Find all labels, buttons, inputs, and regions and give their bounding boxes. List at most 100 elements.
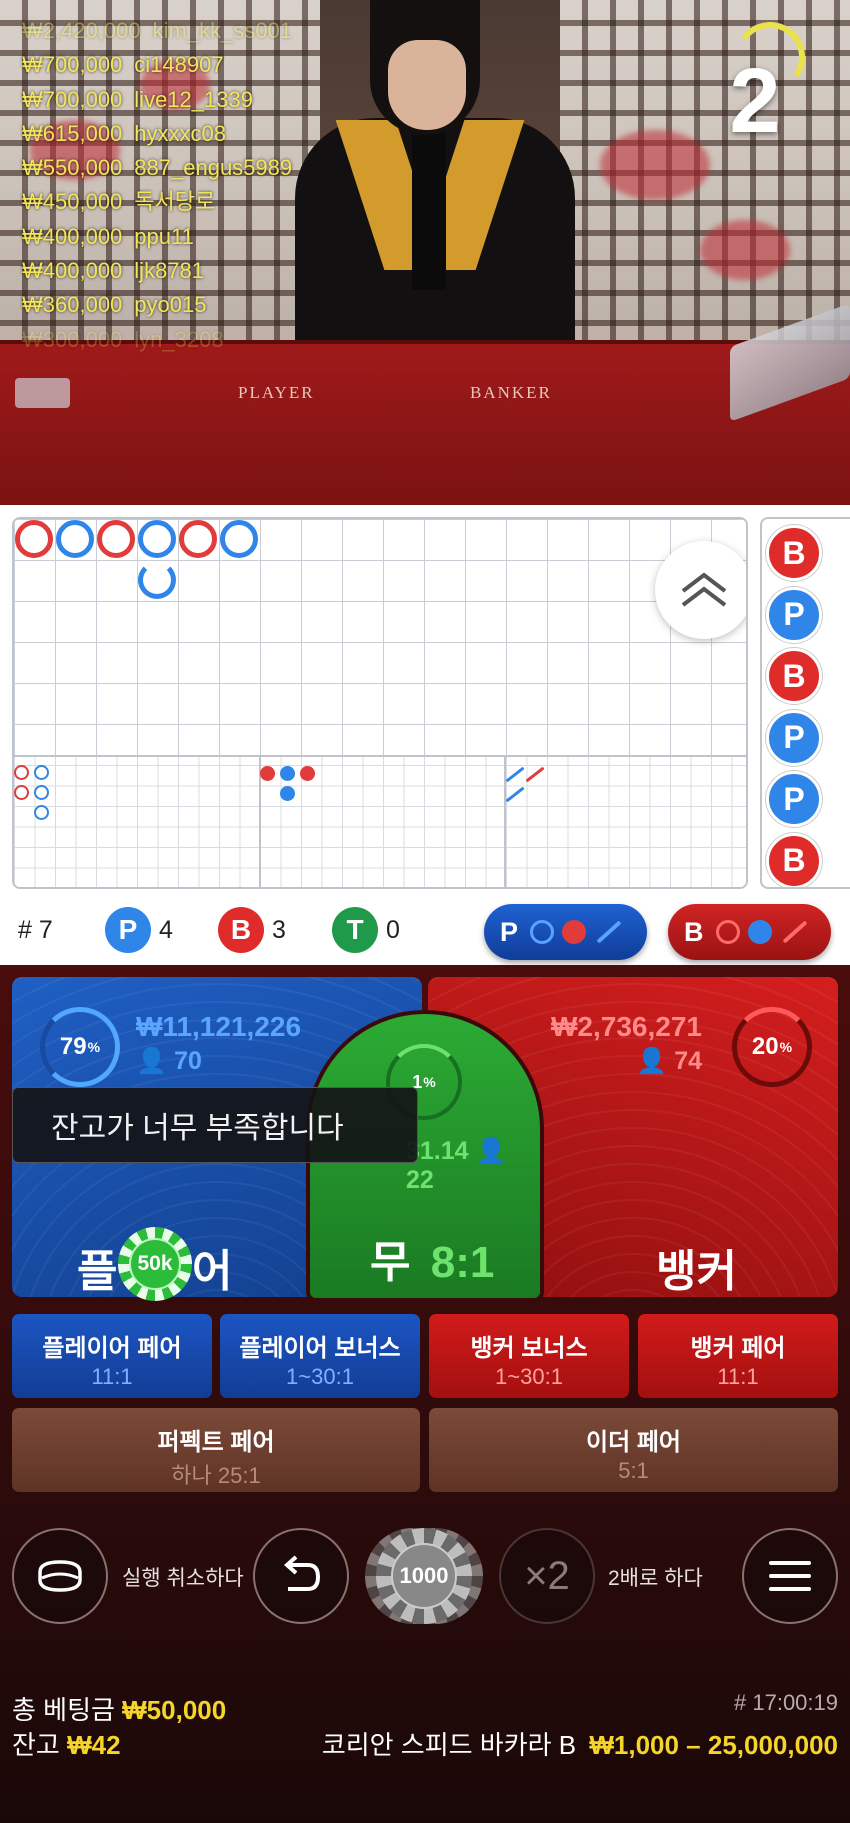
person-icon: 👤: [636, 1047, 668, 1075]
side-bet-title: 뱅커 보너스: [470, 1335, 588, 1362]
round-id: # 17:00:19: [734, 1690, 838, 1715]
predict-slash-icon: [782, 920, 807, 944]
side-bet-title: 퍼펙트 페어: [157, 1429, 275, 1456]
banker-title: 뱅커: [656, 1247, 737, 1296]
perfect-pair-bet[interactable]: 퍼펙트 페어 하나 25:1: [12, 1408, 420, 1492]
chip-selector[interactable]: 1000: [365, 1528, 483, 1624]
selected-chip[interactable]: 1000: [376, 1528, 472, 1624]
player-bonus-bet[interactable]: 플레이어 보너스 1~30:1: [220, 1314, 420, 1398]
player-result: P: [766, 771, 822, 827]
banker-result: B: [766, 832, 822, 887]
total-bet-label: 총 베팅금: [12, 1695, 115, 1725]
tie-bet-total: 31.14 👤 22: [406, 1137, 540, 1195]
side-bet-odds: 1~30:1: [495, 1364, 563, 1389]
player-pair-bet[interactable]: 플레이어 페어 11:1: [12, 1314, 212, 1398]
double-button[interactable]: ×2: [499, 1528, 595, 1624]
winner-amount: ₩400,000: [22, 223, 123, 249]
round-count: # 7: [18, 915, 53, 944]
big-eye-mark: [34, 765, 49, 780]
blossom-decor: [600, 130, 710, 200]
banker-predict-button[interactable]: B: [668, 904, 831, 960]
either-pair-bet[interactable]: 이더 페어 5:1: [429, 1408, 838, 1492]
side-bet-odds: 1~30:1: [286, 1364, 354, 1389]
winner-row: ₩615,000 hyxxxc08: [22, 117, 292, 151]
cockroach-mark: [505, 786, 525, 803]
tie-count-value: 22: [406, 1166, 434, 1194]
placed-chip[interactable]: 50k: [118, 1227, 192, 1301]
player-title-a: 플: [77, 1247, 118, 1296]
winner-row: ₩300,000 lyn_3208: [22, 323, 292, 357]
small-road-mark: [260, 766, 275, 781]
small-road-mark: [280, 786, 295, 801]
winner-row: ₩2,420,000 kim_kk_ss001: [22, 14, 292, 48]
side-bet-odds: 11:1: [717, 1364, 759, 1389]
tie-stat: T 0: [332, 900, 400, 960]
rewind-icon: [283, 1555, 321, 1591]
player-count-value: 70: [174, 1047, 202, 1075]
live-video: PLAYER BANKER ₩2,420,000 kim_kk_ss001 ₩700…: [0, 0, 850, 505]
player-bead: [138, 520, 176, 558]
banker-bet-total: ₩2,736,271: [551, 1011, 702, 1042]
big-eye-mark: [14, 785, 29, 800]
winner-amount: ₩615,000: [22, 120, 123, 146]
big-road-side[interactable]: BPBPPB: [760, 517, 850, 889]
banker-bonus-bet[interactable]: 뱅커 보너스 1~30:1: [429, 1314, 629, 1398]
roadmap-panel: BPBPPB # 7 P 4 B 3 T 0 P B: [0, 505, 850, 965]
winner-row: ₩360,000 pyo015: [22, 288, 292, 322]
player-predict-letter: P: [500, 916, 519, 947]
percent-sign: %: [87, 1039, 101, 1055]
hamburger-menu-icon: [769, 1561, 811, 1591]
table-felt: [0, 340, 850, 505]
banker-pair-bet[interactable]: 뱅커 페어 11:1: [638, 1314, 838, 1398]
tie-title-text: 무: [370, 1238, 411, 1287]
banker-bead: [15, 520, 53, 558]
undo-icon: [38, 1560, 82, 1592]
divider: [504, 755, 506, 887]
cockroach-mark: [525, 766, 545, 783]
side-bet-title: 이더 페어: [586, 1429, 681, 1456]
player-predict-button[interactable]: P: [484, 904, 647, 960]
cockroach-mark: [505, 766, 525, 783]
winner-name: lyn_3208: [134, 326, 224, 352]
dealer-face: [388, 40, 466, 130]
winner-name: ppu11: [134, 223, 194, 249]
winner-amount: ₩2,420,000: [22, 18, 141, 43]
player-bead: [220, 520, 258, 558]
player-wins-count: 4: [159, 915, 173, 944]
player-bead: [56, 520, 94, 558]
total-bet-value: ₩50,000: [122, 1695, 227, 1725]
menu-button[interactable]: [742, 1528, 838, 1624]
small-road-mark: [280, 766, 295, 781]
banker-bettor-count: 👤 74: [636, 1047, 702, 1076]
banker-percent-ring: 20%: [732, 1007, 812, 1087]
winner-name: hyxxxc08: [134, 120, 227, 146]
divider: [14, 755, 746, 757]
banker-bead: [179, 520, 217, 558]
winner-name: pyo015: [134, 292, 207, 318]
undo-button[interactable]: [12, 1528, 108, 1624]
felt-label-banker: BANKER: [470, 383, 552, 402]
countdown-timer: 2: [729, 50, 781, 152]
expand-roadmap-button[interactable]: [655, 541, 746, 639]
player-badge: P: [105, 907, 151, 953]
player-result: P: [766, 586, 822, 643]
side-bet-odds: 하나 25:1: [171, 1463, 261, 1488]
rebet-button[interactable]: [253, 1528, 349, 1624]
table-name: 코리안 스피드 바카라 B: [321, 1730, 577, 1760]
player-wins-stat: P 4: [105, 900, 173, 960]
bet-limits: ₩1,000 – 25,000,000: [589, 1730, 838, 1760]
bead-road: [14, 519, 746, 755]
roadmap-grid[interactable]: [12, 517, 748, 889]
winner-amount: ₩360,000: [22, 292, 123, 318]
winner-amount: ₩700,000: [22, 86, 123, 112]
winner-name: 887_engus5989: [134, 155, 293, 181]
winner-amount: ₩300,000: [22, 326, 123, 352]
person-icon: 👤: [136, 1047, 168, 1075]
side-bet-odds: 11:1: [91, 1364, 133, 1389]
player-bettor-count: 👤 70: [136, 1047, 202, 1076]
tie-count: 0: [386, 915, 400, 944]
big-eye-mark: [34, 785, 49, 800]
side-bet-title: 플레이어 보너스: [239, 1335, 401, 1362]
winner-name: ljk8781: [134, 258, 205, 284]
predict-dot-icon: [747, 920, 772, 944]
